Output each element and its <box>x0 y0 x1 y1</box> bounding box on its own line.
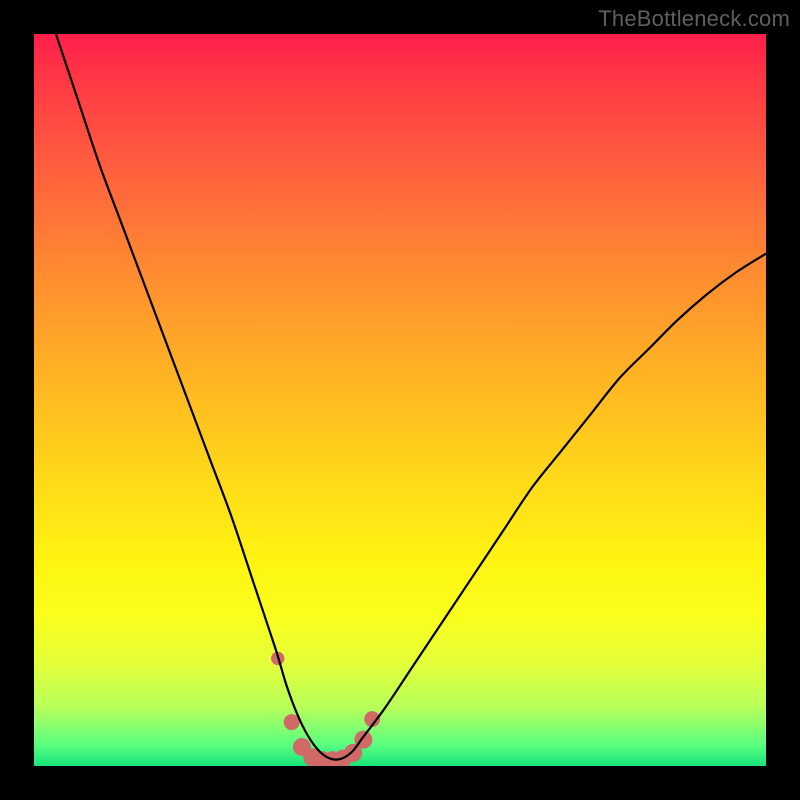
watermark-text: TheBottleneck.com <box>598 6 790 32</box>
chart-frame: TheBottleneck.com <box>0 0 800 800</box>
bottleneck-curve <box>56 34 766 760</box>
marker-group <box>271 652 380 766</box>
plot-area <box>34 34 766 766</box>
chart-svg <box>34 34 766 766</box>
